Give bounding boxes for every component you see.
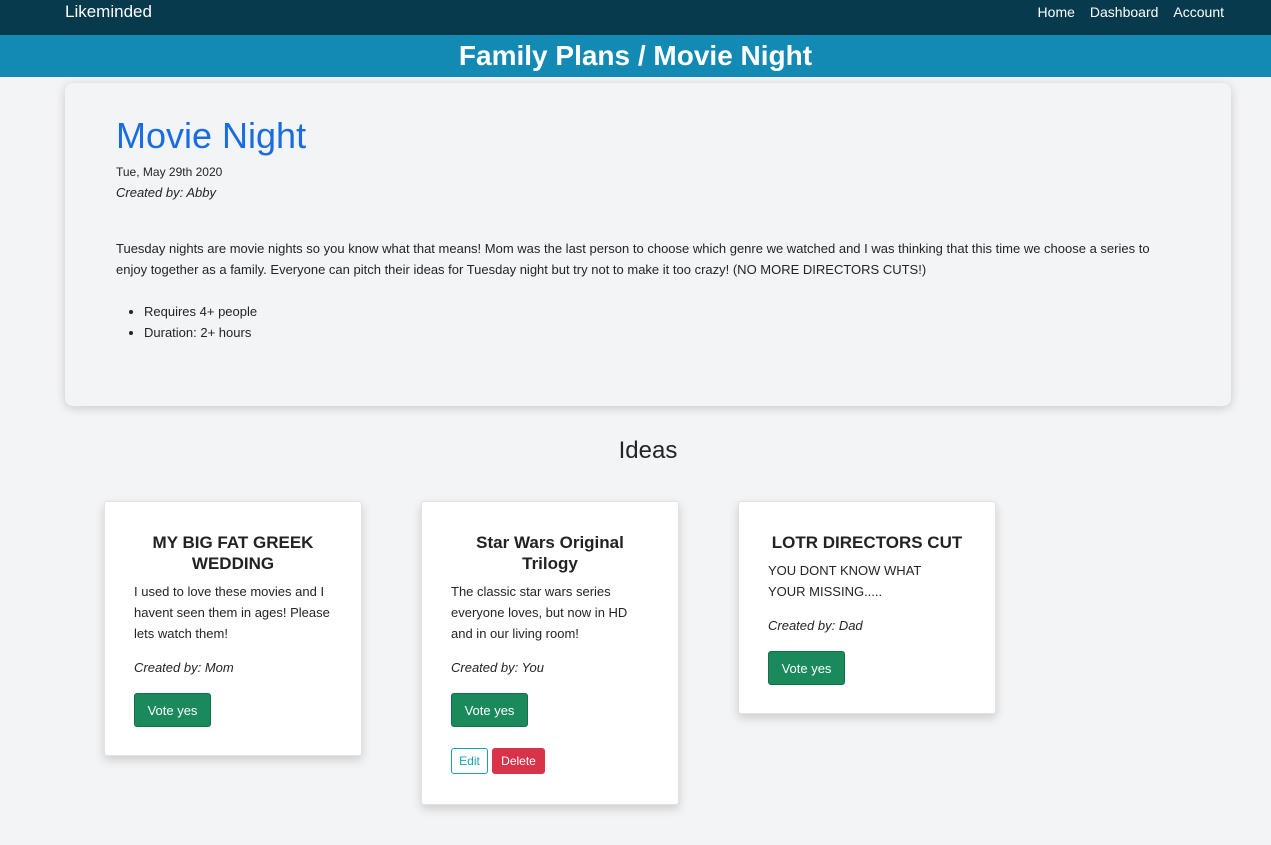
plan-requirements: Requires 4+ people Duration: 2+ hours: [144, 301, 257, 343]
requirement-people: Requires 4+ people: [144, 301, 257, 322]
idea-creator: Created by: Dad: [768, 618, 863, 633]
idea-description: The classic star wars series everyone lo…: [451, 584, 628, 641]
idea-description: I used to love these movies and I havent…: [134, 584, 330, 641]
top-navbar: Likeminded Home Dashboard Account: [0, 0, 1271, 35]
idea-card: MY BIG FAT GREEK WEDDING I used to love …: [104, 501, 362, 756]
idea-title: Star Wars Original Trilogy: [476, 533, 624, 573]
ideas-heading: Ideas: [618, 437, 678, 464]
nav-links: Home Dashboard Account: [1038, 3, 1224, 21]
idea-title: LOTR DIRECTORS CUT: [771, 533, 963, 552]
idea-card: LOTR DIRECTORS CUT YOU DONT KNOW WHAT YO…: [738, 501, 996, 714]
edit-button[interactable]: Edit: [451, 748, 488, 774]
plan-creator: Created by: Abby: [116, 185, 216, 200]
plan-title: Movie Night: [116, 115, 307, 156]
vote-yes-button[interactable]: Vote yes: [451, 693, 528, 727]
plan-description: Tuesday nights are movie nights so you k…: [116, 241, 1150, 277]
breadcrumb-bar: Family Plans / Movie Night: [0, 35, 1271, 77]
nav-home-link[interactable]: Home: [1038, 3, 1075, 21]
plan-card: Movie Night Tue, May 29th 2020 Created b…: [65, 83, 1231, 406]
idea-title: MY BIG FAT GREEK WEDDING: [152, 533, 314, 573]
vote-yes-button[interactable]: Vote yes: [768, 651, 845, 685]
idea-card: Star Wars Original Trilogy The classic s…: [421, 501, 679, 805]
breadcrumb: Family Plans / Movie Night: [458, 40, 813, 71]
nav-account-link[interactable]: Account: [1173, 3, 1224, 21]
nav-dashboard-link[interactable]: Dashboard: [1090, 3, 1159, 21]
idea-creator: Created by: You: [451, 660, 544, 675]
plan-date: Tue, May 29th 2020: [116, 165, 223, 179]
idea-creator: Created by: Mom: [134, 660, 234, 675]
vote-yes-button[interactable]: Vote yes: [134, 693, 211, 727]
idea-description: YOU DONT KNOW WHAT YOUR MISSING.....: [768, 563, 922, 599]
requirement-duration: Duration: 2+ hours: [144, 322, 257, 343]
delete-button[interactable]: Delete: [492, 748, 545, 774]
brand-logo[interactable]: Likeminded: [65, 1, 152, 23]
